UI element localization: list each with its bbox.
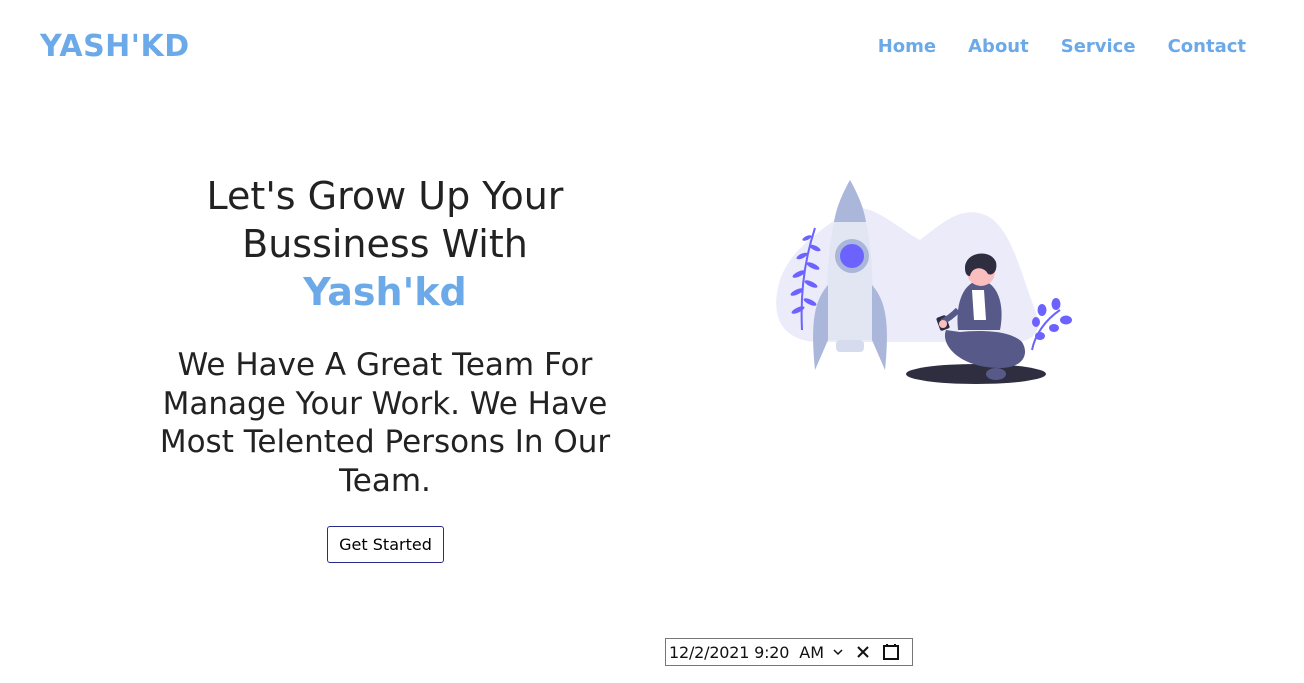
main-nav: Home About Service Contact — [878, 36, 1246, 58]
chevron-down-icon[interactable] — [832, 646, 844, 658]
right-plant — [1031, 298, 1072, 351]
hero-subtitle: We Have A Great Team For Manage Your Wor… — [159, 347, 611, 499]
datetime-value[interactable]: 12/2/2021 9:20 — [669, 643, 789, 662]
ampm-select[interactable]: AM — [799, 643, 824, 662]
hero-text: Let's Grow Up Your Bussiness With Yash'k… — [140, 172, 630, 500]
hero-title-line2: Bussiness With — [242, 222, 528, 266]
get-started-button[interactable]: Get Started — [327, 526, 444, 563]
nav-home[interactable]: Home — [878, 36, 936, 58]
hero-heading: Let's Grow Up Your Bussiness With Yash'k… — [140, 172, 630, 316]
site-logo[interactable]: YASH'KD — [40, 28, 190, 66]
calendar-icon[interactable] — [882, 643, 900, 661]
nav-about[interactable]: About — [968, 36, 1029, 58]
nav-service[interactable]: Service — [1061, 36, 1136, 58]
hero-title-line1: Let's Grow Up Your — [206, 174, 564, 218]
hero-brand: Yash'kd — [303, 270, 467, 314]
nav-contact[interactable]: Contact — [1168, 36, 1246, 58]
clear-icon[interactable] — [856, 645, 870, 659]
rocket-illustration — [776, 180, 1072, 384]
page: YASH'KD Home About Service Contact Let's… — [0, 0, 1304, 683]
datetime-input[interactable]: 12/2/2021 9:20 AM — [665, 638, 913, 666]
